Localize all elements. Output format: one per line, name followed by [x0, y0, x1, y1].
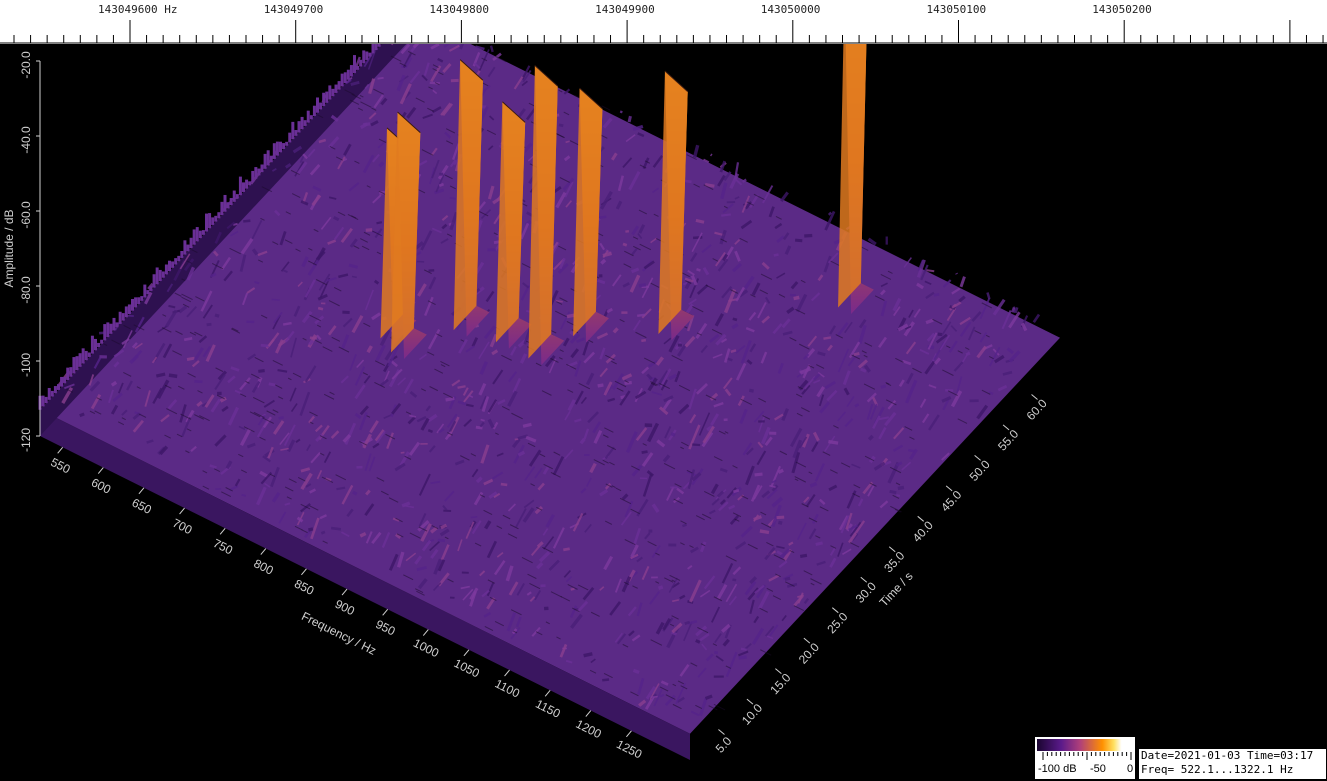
frequency-tick	[422, 629, 429, 636]
time-tick-label: 20.0	[796, 640, 822, 667]
waterfall-3d-plot[interactable]: -20.0 -40.0 -60.0 -80.0 -100 -120 Amplitude / …	[0, 44, 1327, 781]
time-tick-label: 25.0	[824, 609, 850, 636]
frequency-tick	[463, 649, 470, 657]
color-scale-legend: -100 dB -50 0	[1035, 737, 1135, 779]
frequency-tick	[97, 467, 104, 474]
capture-date-time: Date=2021-01-03 Time=03:17	[1141, 749, 1314, 762]
frequency-ruler[interactable]: 143049600 Hz 143049700 143049800 143049900 1…	[0, 0, 1327, 44]
colormap-bar	[1037, 739, 1133, 751]
colormap-ticks	[1042, 752, 1132, 760]
amplitude-tick-label: -100	[19, 353, 33, 377]
frequency-tick	[382, 608, 389, 616]
frequency-tick	[544, 689, 551, 697]
legend-min-label: -100 dB	[1038, 763, 1077, 775]
frequency-tick	[260, 548, 267, 555]
frequency-tick	[626, 730, 632, 738]
frequency-tick-label: 600	[89, 475, 113, 497]
ruler-frequency-label: 143049900	[595, 3, 655, 16]
frequency-tick-label: 550	[48, 455, 72, 477]
frequency-tick-label: 800	[251, 556, 275, 578]
frequency-tick	[57, 446, 64, 454]
amplitude-tick-label: -20.0	[19, 51, 33, 79]
legend-max-label: 0	[1127, 763, 1134, 775]
ruler-frequency-label: 143049700	[264, 3, 324, 16]
time-axis-title: Time / s	[877, 569, 916, 609]
frequency-tick	[301, 568, 307, 576]
frequency-tick-label: 1250	[614, 737, 644, 762]
ruler-frequency-label: 143049600 Hz	[98, 3, 177, 16]
frequency-tick-label: 700	[170, 516, 194, 538]
amplitude-axis: -20.0 -40.0 -60.0 -80.0 -100 -120 Amplitude / …	[2, 51, 41, 452]
ruler-frequency-label: 143050100	[927, 3, 987, 16]
time-tick-label: 30.0	[853, 579, 879, 606]
amplitude-axis-title: Amplitude / dB	[2, 209, 16, 287]
capture-info-box: Date=2021-01-03 Time=03:17 Freq= 522.1..…	[1139, 749, 1326, 779]
amplitude-tick-label: -120	[19, 428, 33, 452]
frequency-tick-label: 1200	[574, 717, 604, 742]
amplitude-tick-label: -80.0	[19, 276, 33, 304]
time-tick-label: 50.0	[967, 457, 993, 484]
time-tick-label: 5.0	[713, 734, 735, 756]
ruler-frequency-label: 143049800	[429, 3, 489, 16]
frequency-tick	[585, 710, 592, 717]
time-tick-label: 40.0	[910, 518, 936, 545]
frequency-tick-label: 1000	[411, 636, 441, 661]
time-tick-label: 55.0	[995, 427, 1021, 454]
frequency-axis-title: Frequency / Hz	[299, 609, 378, 658]
frequency-tick-label: 1100	[493, 676, 523, 700]
frequency-tick	[504, 669, 510, 677]
frequency-tick	[219, 527, 226, 535]
frequency-ruler-scale: 143049600 Hz 143049700 143049800 143049900 1…	[0, 3, 1327, 44]
frequency-tick-label: 900	[333, 597, 357, 619]
legend-mid-label: -50	[1090, 763, 1106, 775]
frequency-tick-label: 1050	[452, 656, 482, 681]
time-tick-label: 45.0	[938, 488, 964, 515]
ruler-frequency-label: 143050000	[761, 3, 821, 16]
frequency-tick	[179, 507, 185, 515]
time-tick-label: 60.0	[1024, 396, 1050, 423]
frequency-tick-label: 850	[292, 576, 316, 598]
time-tick-label: 15.0	[767, 670, 793, 697]
frequency-tick-label: 950	[373, 617, 397, 639]
frequency-tick	[138, 487, 145, 495]
frequency-tick-label: 1150	[533, 697, 563, 721]
frequency-tick-label: 750	[211, 536, 235, 558]
time-tick-label: 10.0	[739, 701, 765, 728]
capture-frequency-range: Freq= 522.1...1322.1 Hz	[1141, 763, 1294, 776]
amplitude-tick-label: -60.0	[19, 201, 33, 229]
amplitude-tick-label: -40.0	[19, 126, 33, 154]
ruler-frequency-label: 143050200	[1092, 3, 1152, 16]
frequency-tick	[341, 588, 348, 596]
frequency-tick-label: 650	[130, 495, 154, 517]
